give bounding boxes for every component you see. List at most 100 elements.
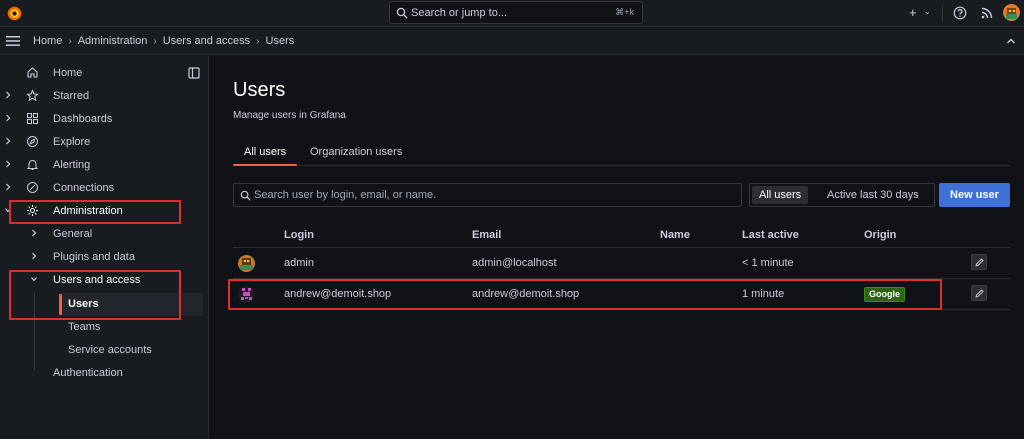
breadcrumb-administration[interactable]: Administration	[78, 35, 148, 47]
sidebar-item-alerting[interactable]: Alerting	[0, 154, 205, 176]
keyboard-shortcut: ⌘+k	[615, 7, 634, 17]
cell-last-active: < 1 minute	[742, 257, 794, 269]
table-row[interactable]: andrew@demoit.shop andrew@demoit.shop 1 …	[233, 280, 1010, 310]
sidebar-item-label: Teams	[68, 321, 101, 333]
sidebar-item-connections[interactable]: Connections	[0, 177, 205, 199]
bell-icon	[26, 160, 39, 170]
sidebar-item-teams[interactable]: Teams	[0, 316, 205, 338]
breadcrumb-home[interactable]: Home	[33, 35, 62, 47]
help-icon[interactable]	[953, 6, 967, 20]
link-icon	[27, 182, 38, 193]
chevron-down-icon[interactable]	[4, 205, 12, 215]
chevron-right-icon[interactable]	[30, 228, 38, 238]
avatar	[238, 286, 255, 303]
news-feed-icon[interactable]	[980, 6, 994, 20]
column-header-origin: Origin	[864, 229, 897, 241]
chevron-down-icon[interactable]: ⌄	[924, 7, 931, 16]
filter-all-users[interactable]: All users	[752, 186, 809, 204]
cell-email: andrew@demoit.shop	[472, 288, 580, 300]
sidebar-item-label: Authentication	[53, 367, 123, 379]
breadcrumb-users-and-access[interactable]: Users and access	[163, 35, 250, 47]
breadcrumb-users: Users	[265, 35, 295, 47]
active-tab-indicator	[233, 164, 297, 166]
page-title: Users	[233, 79, 286, 101]
chevron-down-icon[interactable]	[30, 274, 38, 284]
sidebar-item-service-accounts[interactable]: Service accounts	[0, 339, 205, 361]
sidebar-item-home[interactable]: Home	[0, 62, 205, 84]
tab-bar: All users Organization users	[233, 144, 1010, 166]
column-header-email[interactable]: Email	[472, 229, 501, 241]
sidebar-item-label: Alerting	[53, 159, 91, 171]
sidebar-item-users[interactable]: Users	[59, 293, 203, 316]
page-subtitle: Manage users in Grafana	[233, 110, 346, 121]
chevron-right-icon[interactable]	[4, 136, 12, 146]
column-header-login[interactable]: Login	[284, 229, 314, 241]
dashboards-icon	[27, 113, 38, 124]
sidebar-item-general[interactable]: General	[0, 223, 205, 245]
sidebar-item-plugins-and-data[interactable]: Plugins and data	[0, 246, 205, 268]
sidebar-item-dashboards[interactable]: Dashboards	[0, 108, 205, 130]
sidebar-item-users-and-access[interactable]: Users and access	[0, 269, 205, 291]
column-header-name[interactable]: Name	[660, 229, 690, 241]
sidebar-item-label: Starred	[53, 90, 90, 102]
top-bar: Search or jump to... ⌘+k + ⌄	[0, 0, 1024, 27]
activity-filter: All users Active last 30 days	[749, 183, 935, 207]
tab-all-users[interactable]: All users	[244, 146, 286, 158]
sidebar-item-label: Connections	[53, 182, 115, 194]
new-menu-button[interactable]: +	[909, 5, 917, 20]
column-header-last-active[interactable]: Last active	[742, 229, 799, 241]
chevron-right-icon[interactable]	[4, 90, 12, 100]
filter-active-last-30-days[interactable]: Active last 30 days	[820, 186, 926, 204]
cell-last-active: 1 minute	[742, 288, 785, 300]
chevron-right-icon[interactable]	[4, 113, 12, 123]
global-search[interactable]: Search or jump to... ⌘+k	[389, 1, 643, 24]
pencil-icon	[975, 258, 984, 267]
user-search-field[interactable]	[233, 183, 742, 207]
sidebar-item-explore[interactable]: Explore	[0, 131, 205, 153]
user-avatar[interactable]	[1003, 4, 1020, 21]
breadcrumb: Home › Administration › Users and access…	[33, 35, 294, 47]
sidebar-item-administration[interactable]: Administration	[0, 200, 205, 222]
table-row[interactable]: admin admin@localhost < 1 minute	[233, 249, 1010, 279]
sidebar-item-label: Administration	[53, 205, 123, 217]
sidebar-item-starred[interactable]: Starred	[0, 85, 205, 107]
home-icon	[27, 67, 38, 78]
breadcrumb-separator: ›	[153, 35, 157, 47]
breadcrumb-bar: Home › Administration › Users and access…	[0, 27, 1024, 55]
search-icon	[396, 7, 408, 19]
edit-user-button[interactable]	[971, 285, 987, 301]
search-placeholder: Search or jump to...	[411, 7, 507, 19]
sidebar-item-label: Plugins and data	[53, 251, 135, 263]
origin-badge: Google	[864, 287, 905, 302]
chevron-right-icon[interactable]	[4, 159, 12, 169]
divider	[942, 6, 943, 21]
gear-icon	[27, 205, 38, 216]
chevron-right-icon[interactable]	[4, 182, 12, 192]
edit-user-button[interactable]	[971, 254, 987, 270]
cell-login: admin	[284, 257, 314, 269]
sidebar-item-label: Home	[53, 67, 83, 79]
sidebar-item-authentication[interactable]: Authentication	[0, 362, 205, 384]
chevron-up-icon[interactable]	[1005, 35, 1017, 47]
search-icon	[240, 190, 251, 201]
active-indicator	[59, 294, 62, 315]
table-header: Login Email Name Last active Origin	[233, 222, 1010, 248]
pencil-icon	[975, 289, 984, 298]
new-user-button[interactable]: New user	[939, 183, 1010, 207]
sidebar-item-label: Explore	[53, 136, 91, 148]
sidebar-item-label: Users and access	[53, 274, 141, 286]
chevron-right-icon[interactable]	[30, 251, 38, 261]
sidebar-item-label: General	[53, 228, 93, 240]
avatar	[238, 255, 255, 272]
cell-email: admin@localhost	[472, 257, 557, 269]
sidebar-item-label: Dashboards	[53, 113, 113, 125]
sidebar-item-label: Service accounts	[68, 344, 152, 356]
breadcrumb-separator: ›	[256, 35, 260, 47]
menu-icon[interactable]	[6, 35, 20, 47]
tab-organization-users[interactable]: Organization users	[310, 146, 402, 158]
compass-icon	[27, 136, 38, 147]
breadcrumb-separator: ›	[68, 35, 72, 47]
user-search-input[interactable]	[254, 186, 734, 204]
cell-login: andrew@demoit.shop	[284, 288, 392, 300]
grafana-logo-icon[interactable]	[6, 5, 23, 22]
